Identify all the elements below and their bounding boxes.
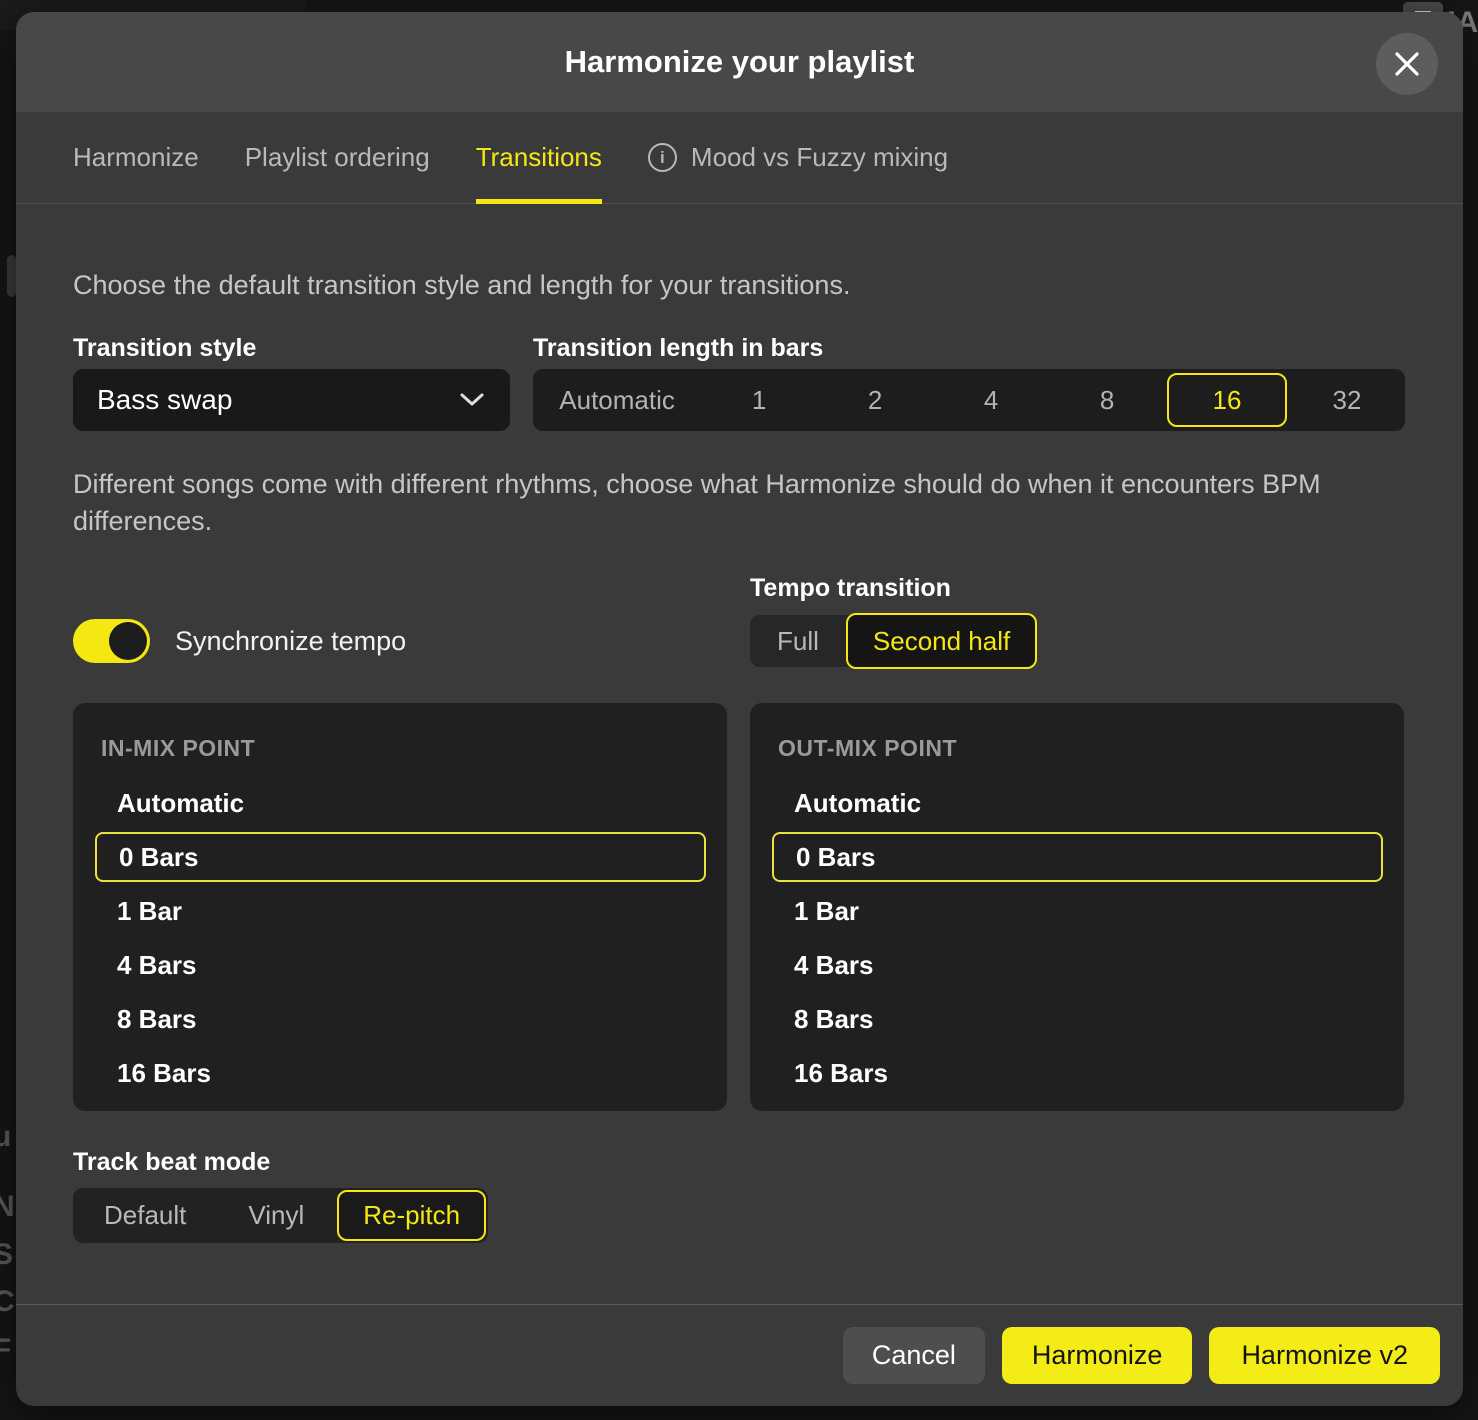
close-icon [1393, 50, 1421, 78]
in-mix-option-8-bars[interactable]: 8 Bars [73, 992, 727, 1046]
harmonize-v2-button[interactable]: Harmonize v2 [1209, 1327, 1440, 1384]
out-mix-option-1-bar[interactable]: 1 Bar [750, 884, 1404, 938]
backdrop-text-fragment: S [0, 1238, 13, 1272]
close-button[interactable] [1376, 33, 1438, 95]
dialog-tab-bar: Harmonize Playlist ordering Transitions … [16, 112, 1463, 204]
in-mix-option-4-bars[interactable]: 4 Bars [73, 938, 727, 992]
beat-mode-option-default[interactable]: Default [73, 1188, 217, 1243]
length-option-16-selected[interactable]: 16 [1167, 373, 1287, 427]
tempo-transition-segmented: Full Second half [750, 615, 1037, 667]
tempo-option-full[interactable]: Full [750, 615, 846, 667]
synchronize-tempo-label: Synchronize tempo [175, 626, 406, 657]
intro-text: Choose the default transition style and … [73, 270, 850, 301]
out-mix-option-automatic[interactable]: Automatic [750, 776, 1404, 830]
backdrop-text-fragment: C [0, 1285, 15, 1319]
transition-style-select[interactable]: Bass swap [73, 369, 510, 431]
tab-label: Transitions [476, 142, 602, 173]
backdrop-text-fragment: N [0, 1190, 15, 1224]
length-option-1[interactable]: 1 [701, 369, 817, 431]
tab-playlist-ordering[interactable]: Playlist ordering [245, 112, 430, 203]
length-option-automatic[interactable]: Automatic [533, 369, 701, 431]
dialog-title: Harmonize your playlist [565, 44, 915, 80]
out-mix-option-0-bars-selected[interactable]: 0 Bars [772, 832, 1383, 882]
out-mix-option-8-bars[interactable]: 8 Bars [750, 992, 1404, 1046]
in-mix-point-title: IN-MIX POINT [101, 735, 727, 762]
in-mix-option-16-bars[interactable]: 16 Bars [73, 1046, 727, 1100]
backdrop-text-fragment: F [0, 1333, 11, 1367]
transition-style-label: Transition style [73, 334, 256, 363]
out-mix-option-4-bars[interactable]: 4 Bars [750, 938, 1404, 992]
track-beat-mode-segmented: Default Vinyl Re-pitch [73, 1188, 488, 1243]
beat-mode-option-vinyl[interactable]: Vinyl [217, 1188, 335, 1243]
synchronize-tempo-toggle[interactable] [73, 619, 150, 663]
in-mix-option-0-bars-selected[interactable]: 0 Bars [95, 832, 706, 882]
transition-length-segmented: Automatic 1 2 4 8 16 32 [533, 369, 1405, 431]
tab-transitions[interactable]: Transitions [476, 112, 602, 203]
cancel-button[interactable]: Cancel [843, 1327, 985, 1384]
backdrop-text-fragment: u [0, 1120, 11, 1154]
toggle-knob [109, 622, 147, 660]
tab-label: Mood vs Fuzzy mixing [691, 142, 948, 173]
tempo-option-second-half-selected[interactable]: Second half [846, 613, 1037, 669]
beat-mode-option-re-pitch-selected[interactable]: Re-pitch [337, 1190, 486, 1241]
out-mix-option-16-bars[interactable]: 16 Bars [750, 1046, 1404, 1100]
backdrop-scrollbar-fragment [7, 255, 16, 297]
tab-mood-vs-fuzzy-mixing[interactable]: i Mood vs Fuzzy mixing [648, 112, 948, 203]
in-mix-option-automatic[interactable]: Automatic [73, 776, 727, 830]
length-option-32[interactable]: 32 [1289, 369, 1405, 431]
harmonize-button[interactable]: Harmonize [1002, 1327, 1193, 1384]
transition-length-label: Transition length in bars [533, 334, 823, 363]
tempo-transition-label: Tempo transition [750, 574, 951, 603]
length-option-8[interactable]: 8 [1049, 369, 1165, 431]
length-option-4[interactable]: 4 [933, 369, 1049, 431]
tab-label: Harmonize [73, 142, 199, 173]
in-mix-point-list: Automatic 0 Bars 1 Bar 4 Bars 8 Bars 16 … [73, 776, 727, 1100]
dialog-footer: Cancel Harmonize Harmonize v2 [16, 1305, 1463, 1406]
tab-label: Playlist ordering [245, 142, 430, 173]
length-option-2[interactable]: 2 [817, 369, 933, 431]
bpm-note-text: Different songs come with different rhyt… [73, 466, 1373, 540]
harmonize-dialog: Harmonize your playlist Harmonize Playli… [16, 12, 1463, 1406]
out-mix-point-card: OUT-MIX POINT Automatic 0 Bars 1 Bar 4 B… [750, 703, 1404, 1111]
chevron-down-icon [458, 391, 486, 409]
in-mix-point-card: IN-MIX POINT Automatic 0 Bars 1 Bar 4 Ba… [73, 703, 727, 1111]
info-icon: i [648, 143, 677, 172]
synchronize-tempo-row: Synchronize tempo [73, 614, 406, 668]
out-mix-point-list: Automatic 0 Bars 1 Bar 4 Bars 8 Bars 16 … [750, 776, 1404, 1100]
tab-harmonize[interactable]: Harmonize [73, 112, 199, 203]
transition-style-value: Bass swap [97, 384, 232, 416]
out-mix-point-title: OUT-MIX POINT [778, 735, 1404, 762]
dialog-header: Harmonize your playlist [16, 12, 1463, 112]
track-beat-mode-label: Track beat mode [73, 1148, 270, 1177]
in-mix-option-1-bar[interactable]: 1 Bar [73, 884, 727, 938]
